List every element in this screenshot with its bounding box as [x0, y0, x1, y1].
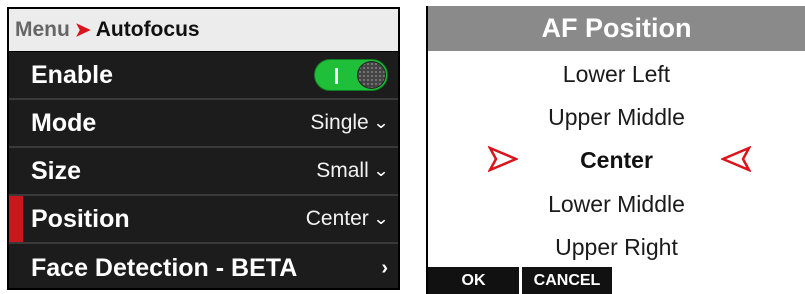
menu-row-label: Position [31, 204, 130, 233]
menu-row-position[interactable]: Position Center ⌄ [9, 196, 398, 244]
toggle-on-indicator [335, 68, 338, 84]
selection-arrow-right-icon [488, 146, 518, 172]
menu-row-label: Face Detection - BETA [31, 253, 298, 282]
position-value: Center [305, 207, 369, 230]
menu-row-label: Size [31, 156, 82, 185]
chevron-down-icon: ⌄ [372, 209, 390, 228]
breadcrumb-arrow-icon: ➤ [74, 19, 91, 41]
menu-row-label: Mode [31, 108, 97, 137]
menu-row-mode[interactable]: Mode Single ⌄ [9, 100, 398, 148]
menu-row-label: Enable [31, 60, 113, 89]
toggle-knob [357, 61, 386, 89]
selection-indicator [9, 196, 23, 242]
menu-row-size[interactable]: Size Small ⌄ [9, 148, 398, 196]
breadcrumb-current: Autofocus [95, 18, 200, 41]
chevron-down-icon: ⌄ [372, 113, 390, 132]
mode-value: Single [310, 111, 369, 134]
af-option-lower-middle[interactable]: Lower Middle [428, 191, 805, 218]
selection-arrow-left-icon [721, 146, 751, 172]
af-option-upper-middle[interactable]: Upper Middle [428, 104, 805, 131]
chevron-right-icon: › [381, 256, 388, 279]
autofocus-menu-panel: Menu ➤ Autofocus Enable Mode Single ⌄ Si… [7, 7, 400, 290]
breadcrumb: Menu ➤ Autofocus [9, 9, 398, 52]
chevron-down-icon: ⌄ [372, 161, 390, 180]
breadcrumb-menu-link[interactable]: Menu [15, 18, 70, 42]
enable-toggle[interactable] [314, 59, 388, 91]
dialog-buttons: OK CANCEL [428, 267, 615, 294]
menu-row-face-detection[interactable]: Face Detection - BETA › [9, 244, 398, 288]
cancel-button[interactable]: CANCEL [522, 267, 615, 294]
ok-button[interactable]: OK [428, 267, 522, 294]
menu-row-enable[interactable]: Enable [9, 52, 398, 100]
af-position-dialog: AF Position Lower Left Upper Middle Cent… [426, 6, 805, 294]
af-option-upper-right[interactable]: Upper Right [428, 234, 805, 261]
size-value: Small [316, 159, 369, 182]
af-option-lower-left[interactable]: Lower Left [428, 61, 805, 88]
dialog-title: AF Position [428, 6, 805, 51]
